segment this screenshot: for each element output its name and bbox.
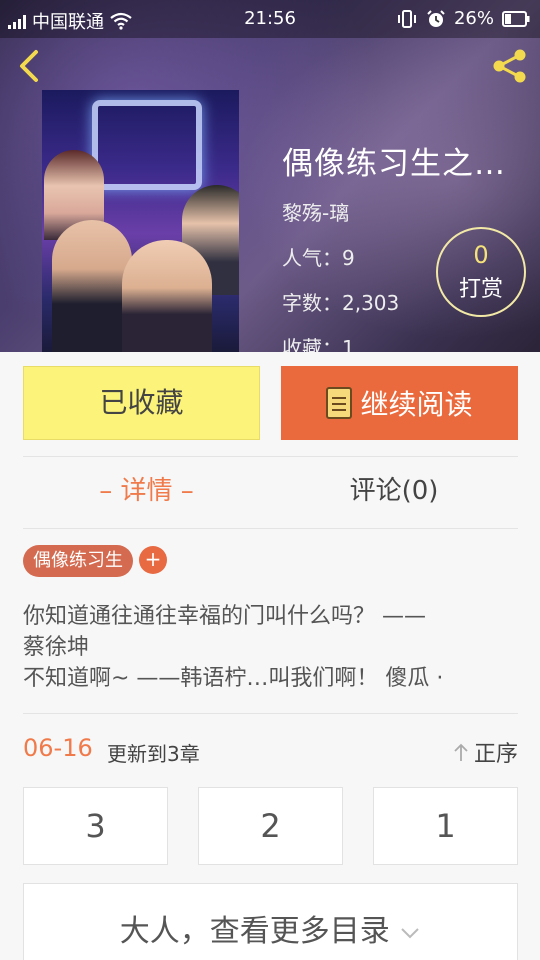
tip-count: 0 — [473, 241, 489, 269]
status-bar: 中国联通 21:56 26% — [0, 0, 540, 38]
divider — [23, 456, 518, 457]
continue-reading-button[interactable]: 继续阅读 — [281, 366, 518, 440]
battery-percent: 26% — [453, 8, 494, 29]
cover-neon-logo — [92, 100, 202, 190]
chapter-button[interactable]: 1 — [373, 787, 518, 865]
update-status: 更新到3章 — [107, 742, 200, 766]
more-chapters-label: 大人，查看更多目录 — [119, 914, 390, 949]
chapter-button[interactable]: 3 — [23, 787, 168, 865]
divider — [23, 713, 518, 714]
update-date: 06-16 — [23, 734, 93, 762]
share-icon — [493, 49, 526, 83]
share-button[interactable] — [490, 46, 530, 86]
divider — [23, 528, 518, 529]
tab-comments[interactable]: 评论(0) — [270, 470, 518, 507]
book-summary[interactable]: 你知道通往通往幸福的门叫什么吗？ —— 蔡徐坤 不知道啊~ ——韩语柠…叫我们啊… — [23, 601, 518, 694]
more-chapters-button[interactable]: 大人，查看更多目录 — [23, 883, 518, 960]
tip-label: 打赏 — [458, 277, 503, 302]
battery-icon — [502, 10, 530, 27]
sort-order-label: 正序 — [473, 742, 518, 767]
status-right: 26% — [396, 8, 530, 29]
tip-button[interactable]: 0 打赏 — [436, 227, 526, 317]
vibrate-icon — [397, 9, 416, 28]
collections-stat: 收藏：1 — [282, 336, 355, 352]
book-icon — [326, 387, 353, 419]
tag-chip[interactable]: 偶像练习生 — [23, 545, 133, 577]
cover-figure — [122, 240, 212, 352]
continue-reading-label: 继续阅读 — [360, 388, 473, 421]
summary-line: 蔡徐坤 — [23, 635, 90, 660]
summary-line: 你知道通往通往幸福的门叫什么吗？ —— — [23, 604, 426, 629]
alarm-icon — [427, 9, 445, 27]
summary-line: 不知道啊~ ——韩语柠…叫我们啊！ 傻瓜 · — [23, 666, 444, 691]
back-button[interactable] — [12, 46, 48, 86]
collected-button[interactable]: 已收藏 — [23, 366, 260, 440]
tab-detail[interactable]: – 详情 – — [23, 470, 270, 507]
add-tag-button[interactable]: + — [139, 546, 167, 574]
book-title: 偶像练习生之… — [282, 146, 506, 182]
sort-order-button[interactable]: 正序 — [452, 736, 518, 768]
book-header: 中国联通 21:56 26% 偶像练习生之… 黎殇-璃 人气：9 字数：2,30… — [0, 0, 540, 352]
chevron-left-icon — [20, 50, 38, 82]
book-cover[interactable] — [42, 90, 239, 352]
cover-figure — [52, 220, 132, 352]
book-author[interactable]: 黎殇-璃 — [282, 197, 522, 226]
chapter-button[interactable]: 2 — [198, 787, 343, 865]
arrow-up-icon — [454, 743, 468, 761]
chevron-down-icon — [401, 927, 419, 938]
